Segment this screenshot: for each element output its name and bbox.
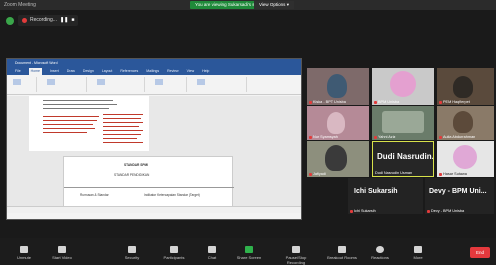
- participant-tile[interactable]: Hasar Sutawa: [437, 141, 494, 177]
- ribbon-tab: Home: [28, 68, 42, 75]
- stop-recording-icon[interactable]: ■: [71, 15, 74, 26]
- muted-mic-icon: [309, 100, 312, 104]
- pause-recording-icon[interactable]: ❚❚: [60, 15, 68, 26]
- table-subtitle: STANDAR PENDIDIKAN: [114, 173, 150, 177]
- participant-tile[interactable]: PEM Haqfierpet: [437, 68, 494, 105]
- participant-tile[interactable]: Devy - BPM Uni... Devy - BPM Unisba: [425, 178, 494, 214]
- participant-tile[interactable]: Yahni Aziz: [372, 106, 434, 140]
- styles-icon: [155, 79, 163, 85]
- muted-mic-icon: [374, 100, 377, 104]
- record-dot-icon: [22, 18, 27, 23]
- participant-tile[interactable]: Ichi Sukarsih Ichi Sukarsih: [348, 178, 423, 214]
- participant-tile[interactable]: Aulia Abdurrahman: [437, 106, 494, 140]
- editing-icon: [197, 79, 205, 85]
- share-screen-icon: [245, 246, 253, 253]
- share-screen-button[interactable]: Share Screen: [229, 246, 269, 260]
- muted-mic-icon: [374, 135, 377, 139]
- participant-video: [453, 76, 473, 98]
- muted-mic-icon: [350, 209, 353, 213]
- security-button[interactable]: Security: [112, 246, 152, 260]
- participant-logo: [390, 71, 416, 97]
- ribbon-tab: File: [15, 69, 21, 73]
- document-canvas: STANDAR SPMI STANDAR PENDIDIKAN Rumusan …: [7, 96, 301, 213]
- table-title: STANDAR SPMI: [124, 163, 149, 167]
- recording-indicator: Recording... ❚❚ ■: [18, 15, 79, 26]
- participant-tile[interactable]: Kiska - BPT Unisba: [307, 68, 369, 105]
- participants-button[interactable]: Participants: [154, 246, 194, 260]
- pause-stop-recording-button[interactable]: Pause/Stop Recording: [276, 246, 316, 265]
- document-page: [29, 96, 149, 151]
- chat-icon: [208, 246, 216, 253]
- ribbon-tab: Insert: [49, 69, 59, 73]
- font-icon: [47, 79, 55, 85]
- participant-tile[interactable]: Nur Syamsyah: [307, 106, 369, 140]
- security-shield-icon: [6, 17, 14, 25]
- participant-video: [327, 112, 345, 134]
- participant-tile[interactable]: BPM Unisba: [372, 68, 434, 105]
- muted-mic-icon: [427, 209, 430, 213]
- participant-video: [382, 111, 424, 133]
- participant-video: [325, 145, 347, 171]
- muted-mic-icon: [309, 172, 312, 176]
- more-icon: [414, 246, 422, 253]
- document-page: STANDAR SPMI STANDAR PENDIDIKAN Rumusan …: [63, 156, 234, 213]
- column-header: Indikator Ketercapaian Standar (Target): [144, 193, 200, 197]
- participant-tile[interactable]: Jafiyadi: [307, 141, 369, 177]
- video-icon: [58, 246, 66, 253]
- column-header: Rumusan & Standar: [80, 193, 109, 197]
- document-titlebar: Document - Microsoft Word: [7, 59, 301, 68]
- ribbon-group: [147, 77, 187, 92]
- pause-stop-icon: [292, 246, 300, 253]
- ribbon-tab: Design: [82, 69, 94, 73]
- muted-mic-icon: [439, 100, 442, 104]
- ribbon-tab: Mailings: [146, 69, 160, 73]
- end-meeting-button[interactable]: End: [470, 247, 490, 258]
- participant-name-label: Ichi Sukarsih: [354, 188, 398, 195]
- smile-icon: [376, 246, 384, 253]
- document-statusbar: [7, 206, 301, 213]
- paste-icon: [13, 79, 21, 85]
- participant-name-label: Devy - BPM Uni...: [429, 188, 487, 195]
- ribbon-tabs: File Home Insert Draw Design Layout Refe…: [7, 68, 301, 75]
- paragraph-icon: [97, 79, 105, 85]
- breakout-rooms-icon: [338, 246, 346, 253]
- ribbon-tab: References: [120, 69, 139, 73]
- reactions-button[interactable]: Reactions: [360, 246, 400, 260]
- view-options-button[interactable]: View Options ▾: [254, 1, 294, 9]
- chat-button[interactable]: Chat: [192, 246, 232, 260]
- ribbon-tab: Help: [202, 69, 210, 73]
- shared-screen-document: Document - Microsoft Word File Home Inse…: [6, 58, 302, 220]
- participant-tile-active-speaker[interactable]: Dudi Nasrudin... Dudi Nasrudin Usman: [372, 141, 434, 177]
- unmute-button[interactable]: Unmute: [4, 246, 44, 260]
- participants-icon: [170, 246, 178, 253]
- shield-icon: [128, 246, 136, 253]
- ribbon-toolbar: [7, 75, 301, 95]
- participant-video: [453, 111, 473, 133]
- muted-mic-icon: [439, 172, 442, 176]
- participant-logo: [453, 145, 477, 169]
- muted-mic-icon: [309, 135, 312, 139]
- ribbon-tab: Review: [167, 69, 179, 73]
- ribbon-tab: Layout: [101, 69, 113, 73]
- participant-name-label: Dudi Nasrudin...: [377, 152, 434, 161]
- start-video-button[interactable]: Start Video: [42, 246, 82, 260]
- muted-mic-icon: [439, 135, 442, 139]
- breakout-rooms-button[interactable]: Breakout Rooms: [322, 246, 362, 260]
- ribbon-tab: View: [186, 69, 195, 73]
- ribbon-tab: Draw: [66, 69, 75, 73]
- participant-video: [327, 74, 347, 98]
- more-button[interactable]: More: [398, 246, 438, 260]
- mic-icon: [20, 246, 28, 253]
